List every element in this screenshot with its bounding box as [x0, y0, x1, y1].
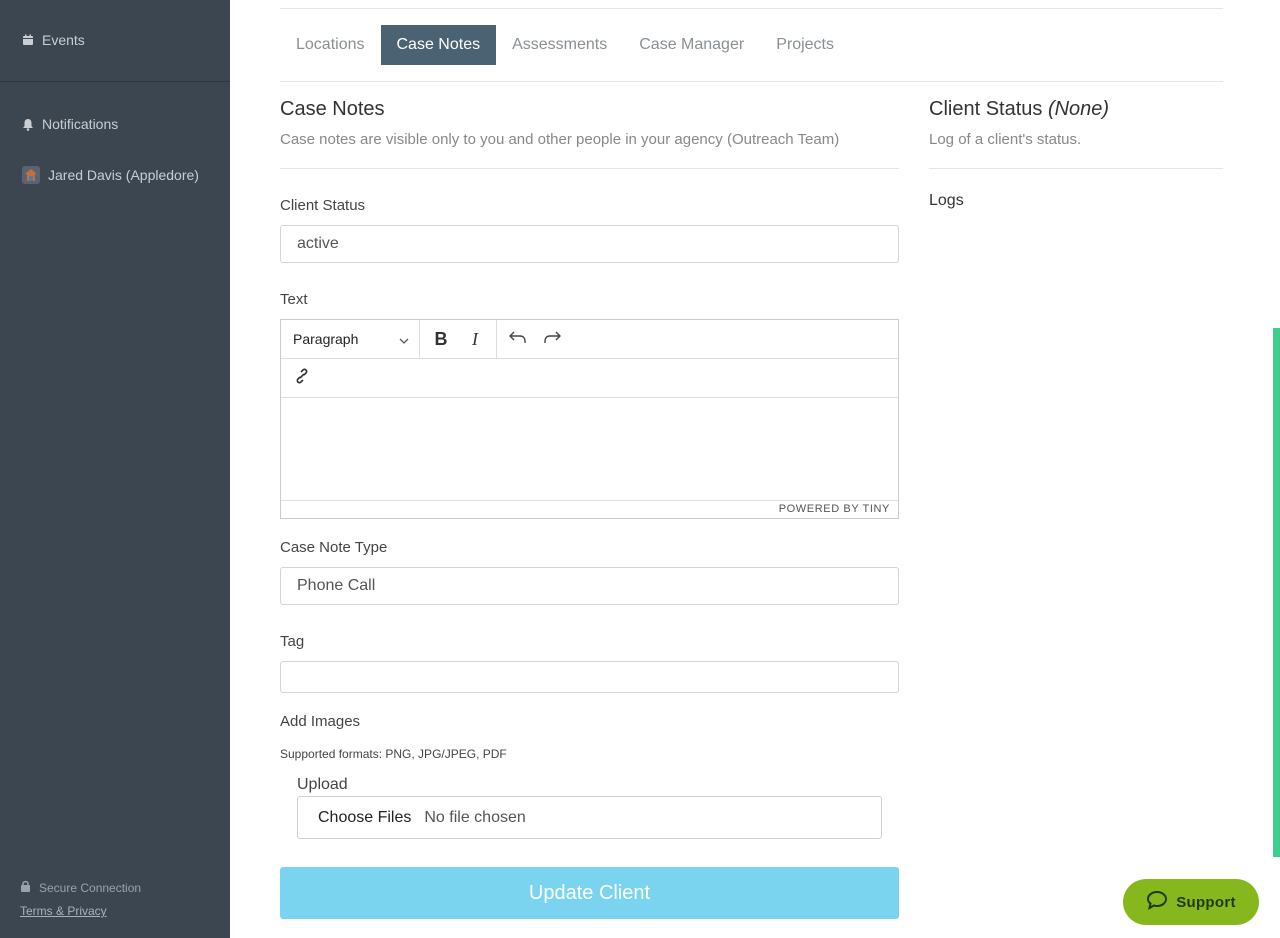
- redo-button[interactable]: [535, 320, 569, 358]
- sidebar-item-events[interactable]: Events: [22, 32, 85, 48]
- avatar: [22, 166, 40, 184]
- block-format-value: Paragraph: [293, 331, 359, 347]
- lock-icon: [20, 880, 31, 895]
- sidebar: Events Notifications Jared Davis (Appled…: [0, 0, 230, 938]
- rich-text-editor: Paragraph B I POWERED BY TINY: [280, 319, 899, 519]
- undo-icon: [509, 330, 527, 349]
- upload-label: Upload: [297, 776, 348, 793]
- italic-icon: I: [472, 328, 478, 349]
- sidebar-divider: [0, 81, 230, 82]
- editor-toolbar: Paragraph B I: [281, 320, 898, 359]
- tab-case-notes[interactable]: Case Notes: [380, 25, 497, 65]
- no-file-chosen-text: No file chosen: [424, 808, 526, 826]
- redo-icon: [543, 330, 561, 349]
- link-icon: [292, 366, 312, 391]
- secure-connection-label: Secure Connection: [39, 880, 142, 895]
- client-status-value: (None): [1047, 98, 1110, 120]
- undo-button[interactable]: [501, 320, 535, 358]
- choose-files-button[interactable]: Choose Files: [318, 809, 411, 827]
- text-label: Text: [280, 291, 308, 308]
- block-format-select[interactable]: Paragraph: [281, 320, 419, 358]
- style-group: B I: [420, 320, 497, 358]
- tab-projects[interactable]: Projects: [760, 25, 850, 65]
- bell-icon: [22, 118, 34, 131]
- editor-content-area[interactable]: [281, 398, 898, 501]
- tab-locations[interactable]: Locations: [280, 25, 381, 65]
- history-group: [497, 320, 573, 358]
- client-status-divider: [929, 168, 1223, 169]
- tab-assessments[interactable]: Assessments: [496, 25, 623, 65]
- logs-heading: Logs: [929, 192, 964, 209]
- update-client-button[interactable]: Update Client: [280, 867, 899, 919]
- format-group: Paragraph: [281, 320, 420, 358]
- italic-button[interactable]: I: [458, 320, 492, 358]
- terms-privacy-link[interactable]: Terms & Privacy: [20, 904, 107, 918]
- sidebar-item-user[interactable]: Jared Davis (Appledore): [22, 166, 199, 184]
- case-notes-subtitle: Case notes are visible only to you and o…: [280, 131, 840, 148]
- calendar-icon: [22, 34, 34, 46]
- link-button[interactable]: [281, 359, 323, 397]
- editor-toolbar-row-2: [281, 359, 898, 398]
- scrollbar[interactable]: [1273, 328, 1280, 857]
- tag-input[interactable]: [280, 661, 899, 693]
- sidebar-item-label: Jared Davis (Appledore): [48, 167, 199, 183]
- tab-case-manager[interactable]: Case Manager: [623, 25, 760, 65]
- support-button[interactable]: Support: [1123, 879, 1259, 925]
- case-note-type-select[interactable]: Phone Call: [280, 567, 899, 605]
- client-status-label: Client Status: [280, 197, 366, 214]
- chevron-down-icon: [399, 331, 409, 347]
- supported-formats-text: Supported formats: PNG, JPG/JPEG, PDF: [280, 747, 507, 761]
- client-status-subtitle: Log of a client's status.: [929, 131, 1082, 148]
- sidebar-item-label: Events: [42, 32, 85, 48]
- file-upload-input[interactable]: Choose Files No file chosen: [297, 796, 882, 839]
- sidebar-item-notifications[interactable]: Notifications: [22, 116, 118, 132]
- tag-label: Tag: [280, 633, 305, 650]
- add-images-label: Add Images: [280, 713, 361, 730]
- top-divider: [280, 8, 1223, 9]
- case-note-type-label: Case Note Type: [280, 539, 388, 556]
- support-label: Support: [1176, 893, 1236, 911]
- case-notes-divider: [280, 168, 899, 169]
- client-status-input[interactable]: active: [280, 225, 899, 263]
- case-notes-title: Case Notes: [280, 98, 385, 120]
- client-status-title-text: Client Status: [929, 98, 1043, 120]
- tabs-divider: [280, 81, 1223, 82]
- tab-bar: Locations Case Notes Assessments Case Manag…: [280, 25, 850, 65]
- secure-connection: Secure Connection: [20, 880, 141, 895]
- client-status-title: Client Status (None): [929, 98, 1109, 121]
- bold-button[interactable]: B: [424, 320, 458, 358]
- sidebar-item-label: Notifications: [42, 116, 119, 132]
- editor-branding[interactable]: POWERED BY TINY: [281, 500, 898, 518]
- bold-icon: B: [434, 328, 448, 349]
- chat-bubble-icon: [1146, 890, 1168, 914]
